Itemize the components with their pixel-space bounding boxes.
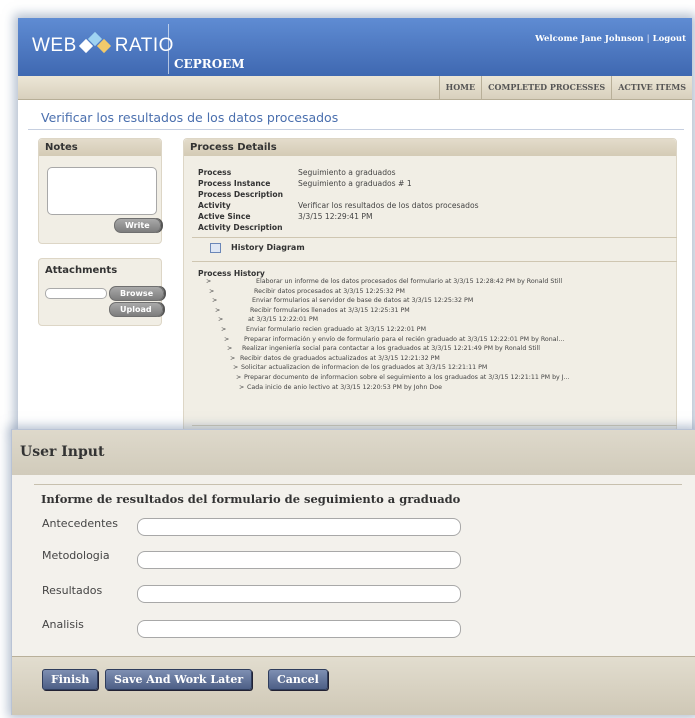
user-input-dialog: User Input Informe de resultados del for… bbox=[11, 429, 695, 715]
write-button[interactable]: Write bbox=[114, 218, 161, 233]
form-divider bbox=[34, 484, 682, 485]
nav-active-items[interactable]: ACTIVE ITEMS bbox=[611, 76, 692, 99]
label-resultados: Resultados bbox=[42, 584, 103, 597]
detail-label: Activity Description bbox=[198, 223, 283, 232]
history-item: Cada inicio de anio lectivo at 3/3/15 12… bbox=[247, 383, 442, 391]
cancel-button[interactable]: Cancel bbox=[268, 669, 328, 690]
history-item: Recibir datos de graduados actualizados … bbox=[240, 354, 440, 362]
details-divider bbox=[192, 237, 677, 238]
history-marker-icon[interactable]: > bbox=[209, 288, 214, 295]
detail-value: Seguimiento a graduados bbox=[298, 168, 396, 177]
form-title: Informe de resultados del formulario de … bbox=[41, 492, 461, 506]
detail-label: Process bbox=[198, 168, 232, 177]
header-divider bbox=[168, 24, 169, 74]
history-marker-icon[interactable]: > bbox=[224, 336, 229, 343]
history-marker-icon[interactable]: > bbox=[239, 384, 244, 391]
page-title: Verificar los resultados de los datos pr… bbox=[41, 110, 339, 125]
nav-home[interactable]: HOME bbox=[438, 76, 481, 99]
detail-value: Verificar los resultados de los datos pr… bbox=[298, 201, 479, 210]
logout-link[interactable]: Logout bbox=[653, 34, 686, 44]
analisis-input[interactable] bbox=[137, 620, 461, 638]
history-item: Enviar formulario recien graduado at 3/3… bbox=[246, 326, 427, 333]
attachments-title: Attachments bbox=[45, 265, 118, 276]
logo-diamonds-icon bbox=[78, 31, 113, 58]
history-diagram-link[interactable]: History Diagram bbox=[231, 243, 305, 252]
process-details-title: Process Details bbox=[190, 142, 277, 153]
history-item: Recibir formularios llenados at 3/3/15 1… bbox=[250, 306, 410, 314]
history-item: Realizar ingeniería social para contacta… bbox=[242, 345, 541, 353]
save-and-work-later-button[interactable]: Save And Work Later bbox=[105, 669, 253, 690]
history-divider bbox=[192, 261, 677, 262]
detail-label: Process Instance bbox=[198, 179, 271, 188]
resultados-input[interactable] bbox=[137, 585, 461, 603]
browse-button[interactable]: Browse bbox=[109, 286, 165, 301]
app-window: WEB RATIO CEPROEM Welcome Jane Johnson |… bbox=[18, 18, 692, 430]
upload-button[interactable]: Upload bbox=[109, 302, 163, 317]
panel-bottom-divider bbox=[192, 425, 677, 426]
history-item: Elaborar un informe de los datos procesa… bbox=[256, 278, 563, 285]
history-item: Recibir datos procesados at 3/3/15 12:25… bbox=[254, 287, 405, 295]
process-history-title: Process History bbox=[198, 269, 265, 278]
antecedentes-input[interactable] bbox=[137, 518, 461, 536]
finish-button[interactable]: Finish bbox=[42, 669, 99, 690]
notes-textarea[interactable] bbox=[47, 167, 157, 215]
history-marker-icon[interactable]: > bbox=[230, 355, 235, 362]
nav-completed-processes[interactable]: COMPLETED PROCESSES bbox=[481, 76, 611, 99]
dialog-footer: Finish Save And Work Later Cancel bbox=[12, 656, 695, 715]
title-divider bbox=[28, 129, 684, 130]
history-marker-icon[interactable]: > bbox=[227, 345, 232, 352]
history-marker-icon[interactable]: > bbox=[233, 364, 238, 371]
notes-title: Notes bbox=[45, 142, 78, 153]
label-analisis: Analisis bbox=[42, 618, 84, 631]
history-item: Preparar documento de informacion sobre … bbox=[244, 374, 570, 381]
label-antecedentes: Antecedentes bbox=[42, 517, 118, 530]
nav-bar: HOME COMPLETED PROCESSES ACTIVE ITEMS bbox=[18, 76, 692, 100]
detail-value: Seguimiento a graduados # 1 bbox=[298, 179, 412, 188]
app-header: WEB RATIO CEPROEM Welcome Jane Johnson |… bbox=[18, 18, 692, 76]
logo-text-left: WEB bbox=[32, 35, 77, 56]
history-marker-icon[interactable]: > bbox=[236, 374, 241, 381]
detail-label: Activity bbox=[198, 201, 231, 210]
history-item: Preparar información y envío de formular… bbox=[244, 335, 565, 343]
dialog-title: User Input bbox=[20, 444, 105, 460]
history-marker-icon[interactable]: > bbox=[215, 307, 220, 314]
history-marker-icon[interactable]: > bbox=[218, 316, 223, 323]
metodologia-input[interactable] bbox=[137, 551, 461, 569]
attachments-panel: Attachments Browse Upload bbox=[38, 258, 165, 326]
history-marker-icon[interactable]: > bbox=[212, 297, 217, 304]
history-item: Enviar formularios al servidor de base d… bbox=[252, 297, 474, 305]
history-item: at 3/3/15 12:22:01 PM bbox=[248, 316, 319, 324]
history-marker-icon[interactable]: > bbox=[206, 278, 211, 285]
detail-label: Active Since bbox=[198, 212, 251, 221]
user-bar: Welcome Jane Johnson | Logout bbox=[535, 34, 686, 44]
notes-panel: Notes Write bbox=[38, 138, 162, 244]
webratio-logo[interactable]: WEB RATIO bbox=[32, 31, 174, 58]
dialog-header: User Input bbox=[12, 430, 695, 475]
welcome-text: Welcome Jane Johnson bbox=[535, 34, 644, 44]
process-details-panel: Process Details Process Seguimiento a gr… bbox=[183, 138, 677, 430]
label-metodologia: Metodologia bbox=[42, 549, 110, 562]
history-marker-icon[interactable]: > bbox=[221, 326, 226, 333]
detail-label: Process Description bbox=[198, 190, 283, 199]
history-item: Solicitar actualizacion de informacion d… bbox=[241, 364, 488, 372]
app-name: CEPROEM bbox=[174, 57, 245, 71]
file-path-input[interactable] bbox=[45, 288, 107, 299]
diagram-icon bbox=[210, 243, 221, 253]
detail-value: 3/3/15 12:29:41 PM bbox=[298, 212, 373, 221]
logo-text-right: RATIO bbox=[114, 35, 174, 56]
